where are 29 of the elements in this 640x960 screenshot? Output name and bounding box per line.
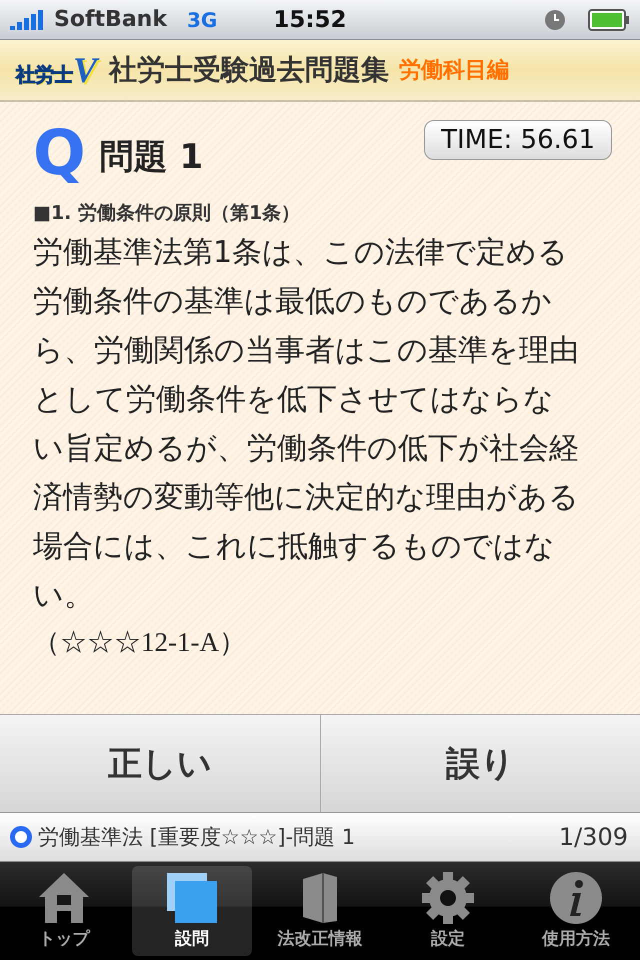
info-icon [549,871,603,925]
app-title: 社労士受験過去問題集 [109,52,390,88]
tab-bar-item[interactable]: 設問 [132,866,252,956]
question-counter: 1/309 [558,823,628,851]
question-mark-letter: Q [33,122,86,184]
app-subtitle: 労働科目編 [399,57,510,85]
signal-icon [10,10,46,30]
carrier-name: SoftBank [54,7,167,32]
home-icon [37,871,91,925]
question-text: 労働基準法第1条は、この法律で定める労働条件の基準は最低のものであるから、労働関係の当事者はこの基準を理由として労働条件を低下させてはならない旨定めるが、労働条件の低下が社会経済情勢の変動等他に決定的な理由がある場合には、これに抵触するものではない。 [33,234,580,615]
answer-button[interactable]: 誤り [320,715,640,812]
radio-dot-icon [10,826,32,848]
question-info: 労働基準法 [重要度☆☆☆]-問題 1 [38,824,356,851]
question-title: 問題 1 [100,136,204,179]
network-type: 3G [186,8,218,32]
alarm-icon [544,8,566,30]
battery-icon [588,8,630,30]
tab-bar-item[interactable]: 使用方法 [516,866,636,956]
app-logo: 社労士V [16,52,98,88]
pages-icon [165,871,219,925]
timer-label: TIME: 56.61 [424,120,612,160]
section-heading: ■1. 労働条件の原則（第1条） [33,201,302,226]
tab-bar-item[interactable]: 設定 [388,866,508,956]
tab-bar-item[interactable]: 法改正情報 [260,866,380,956]
clock-time: 15:52 [273,6,348,32]
question-reference: （☆☆☆12-1-A） [33,626,247,659]
gear-icon [421,871,475,925]
answer-button[interactable]: 正しい [0,715,320,812]
tab-bar-item[interactable]: トップ [4,866,124,956]
